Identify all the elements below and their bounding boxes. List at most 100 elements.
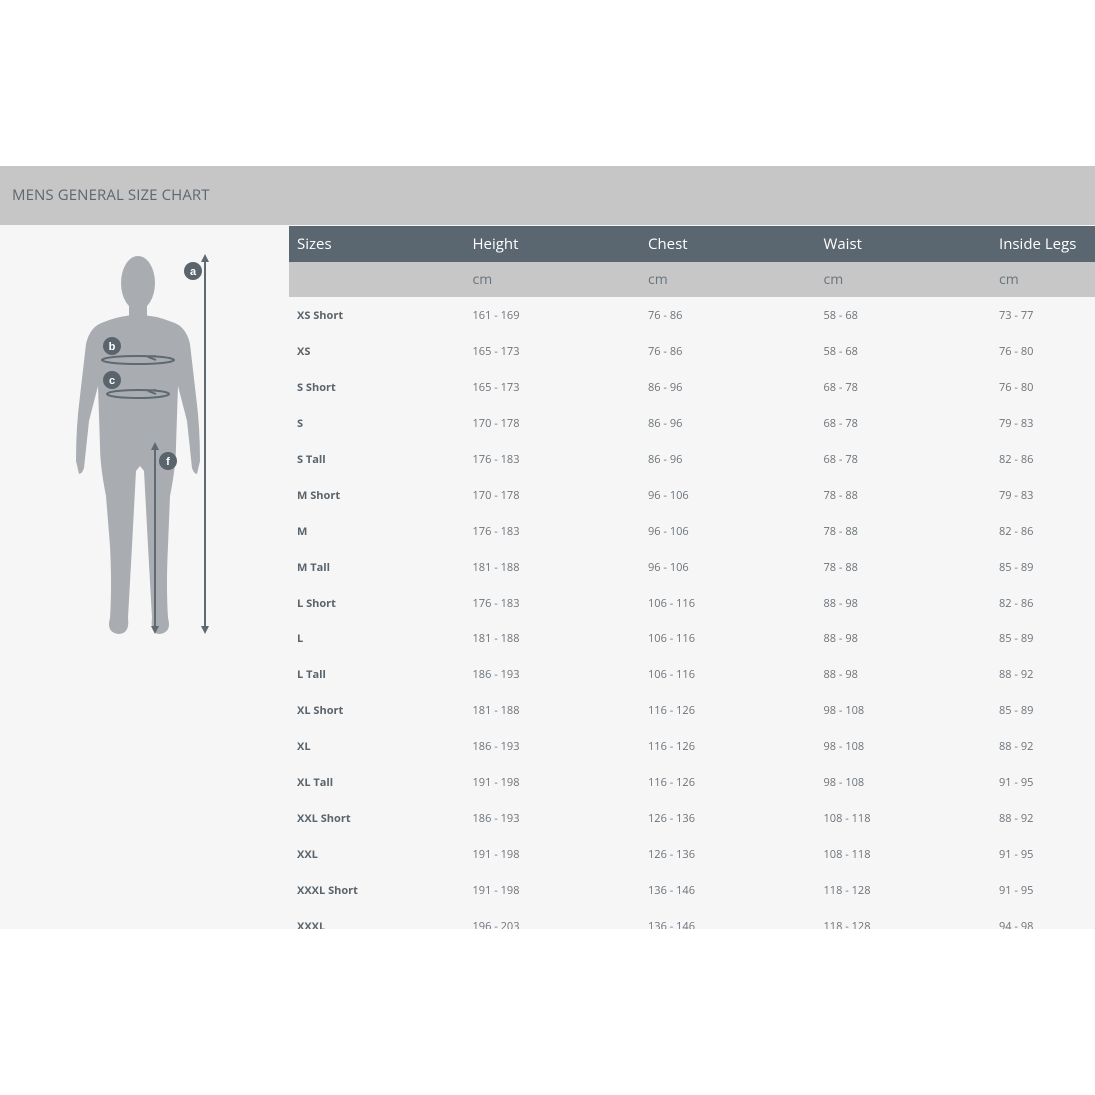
chest-cell: 86 - 96 xyxy=(648,452,683,467)
waist-cell: 108 - 118 xyxy=(823,846,871,862)
table-row: S Tall 176 - 183 86 - 96 68 - 78 82 - 86 xyxy=(289,442,1095,478)
size-cell: XXXL xyxy=(297,918,326,929)
table-row: S Short 165 - 173 86 - 96 68 - 78 76 - 80 xyxy=(289,370,1095,406)
label-c: c xyxy=(109,375,115,387)
height-cell: 170 - 178 xyxy=(472,416,520,432)
header-waist: Waist xyxy=(823,234,862,254)
inside-leg-cell: 82 - 86 xyxy=(999,595,1034,611)
height-cell: 161 - 169 xyxy=(472,308,520,324)
table-row: XXXL 196 - 203 136 - 146 118 - 128 94 - 98 xyxy=(289,908,1095,929)
size-cell: XXXL Short xyxy=(297,882,358,898)
table-row: L Tall 186 - 193 106 - 116 88 - 98 88 - 92 xyxy=(289,657,1095,693)
table-row: XL Short 181 - 188 116 - 126 98 - 108 85 - 8… xyxy=(289,693,1095,729)
size-cell: S xyxy=(297,416,304,432)
chest-cell: 136 - 146 xyxy=(648,882,695,898)
table-body: XS Short 161 - 169 76 - 86 58 - 68 73 - 77 XS… xyxy=(289,297,1095,929)
size-table: Sizes Height Chest Waist Inside Legs cm … xyxy=(289,226,1095,929)
height-cell: 176 - 183 xyxy=(472,452,520,467)
waist-cell: 68 - 78 xyxy=(823,452,858,467)
label-f-badge: f xyxy=(159,452,177,470)
label-c-badge: c xyxy=(103,371,121,389)
size-cell: M xyxy=(297,523,308,539)
header-sizes: Sizes xyxy=(297,234,332,254)
header-chest: Chest xyxy=(648,234,688,254)
chest-cell: 86 - 96 xyxy=(648,380,683,396)
size-chart-panel: MENS GENERAL SIZE CHART a b c f Sizes He… xyxy=(0,166,1095,929)
waist-cell: 88 - 98 xyxy=(823,595,858,611)
table-row: S 170 - 178 86 - 96 68 - 78 79 - 83 xyxy=(289,406,1095,442)
height-cell: 181 - 188 xyxy=(472,559,520,575)
label-a: a xyxy=(190,266,197,278)
height-cell: 165 - 173 xyxy=(472,380,520,396)
table-row: XXL 191 - 198 126 - 136 108 - 118 91 - 95 xyxy=(289,836,1095,872)
body-measurement-figure: a b c f xyxy=(76,254,209,634)
chest-cell: 106 - 116 xyxy=(648,667,695,683)
waist-cell: 98 - 108 xyxy=(823,775,865,791)
waist-cell: 98 - 108 xyxy=(823,739,865,755)
height-cell: 176 - 183 xyxy=(472,595,520,611)
waist-cell: 88 - 98 xyxy=(823,631,858,647)
chest-cell: 96 - 106 xyxy=(648,523,689,539)
size-cell: XXL Short xyxy=(297,810,351,826)
size-cell: XL Short xyxy=(297,703,344,719)
chest-cell: 106 - 116 xyxy=(648,595,695,611)
chest-cell: 76 - 86 xyxy=(648,344,683,360)
inside-leg-cell: 85 - 89 xyxy=(999,559,1034,575)
chest-cell: 126 - 136 xyxy=(648,810,695,826)
chest-cell: 96 - 106 xyxy=(648,559,689,575)
height-cell: 181 - 188 xyxy=(472,703,520,719)
inside-leg-cell: 88 - 92 xyxy=(999,739,1034,755)
inside-leg-cell: 91 - 95 xyxy=(999,846,1034,862)
size-cell: XL Tall xyxy=(297,775,334,791)
chest-cell: 76 - 86 xyxy=(648,308,683,324)
label-a-badge: a xyxy=(184,262,202,280)
table-units-row: cm cm cm cm xyxy=(289,262,1095,297)
header-inside-legs: Inside Legs xyxy=(999,234,1077,254)
chest-cell: 86 - 96 xyxy=(648,416,683,432)
inside-leg-cell: 82 - 86 xyxy=(999,523,1034,539)
table-row: XXL Short 186 - 193 126 - 136 108 - 118 88 -… xyxy=(289,800,1095,836)
waist-cell: 88 - 98 xyxy=(823,667,858,683)
table-row: XL 186 - 193 116 - 126 98 - 108 88 - 92 xyxy=(289,729,1095,765)
size-cell: L xyxy=(297,631,304,647)
height-cell: 191 - 198 xyxy=(472,775,520,791)
table-row: XS Short 161 - 169 76 - 86 58 - 68 73 - 77 xyxy=(289,298,1095,334)
table-row: L Short 176 - 183 106 - 116 88 - 98 82 - 86 xyxy=(289,585,1095,621)
inside-leg-cell: 79 - 83 xyxy=(999,416,1034,432)
label-b: b xyxy=(109,341,116,353)
chest-cell: 116 - 126 xyxy=(648,703,695,719)
size-cell: M Short xyxy=(297,487,341,503)
height-cell: 186 - 193 xyxy=(472,810,520,826)
size-cell: S Short xyxy=(297,380,336,396)
height-cell: 191 - 198 xyxy=(472,846,520,862)
chest-cell: 96 - 106 xyxy=(648,487,689,503)
unit-chest: cm xyxy=(648,270,668,289)
table-row: XXXL Short 191 - 198 136 - 146 118 - 128 91 … xyxy=(289,872,1095,908)
table-row: L 181 - 188 106 - 116 88 - 98 85 - 89 xyxy=(289,621,1095,657)
chest-cell: 136 - 146 xyxy=(648,918,695,929)
inside-leg-cell: 88 - 92 xyxy=(999,667,1034,683)
size-cell: L Short xyxy=(297,595,336,611)
waist-cell: 98 - 108 xyxy=(823,703,865,719)
inside-leg-cell: 91 - 95 xyxy=(999,775,1034,791)
inside-leg-cell: 76 - 80 xyxy=(999,380,1034,396)
waist-cell: 58 - 68 xyxy=(823,308,858,324)
waist-cell: 78 - 88 xyxy=(823,559,858,575)
unit-height: cm xyxy=(472,270,493,289)
inside-leg-cell: 85 - 89 xyxy=(999,631,1034,647)
waist-cell: 118 - 128 xyxy=(823,882,871,898)
size-cell: XL xyxy=(297,739,311,755)
title-bar: MENS GENERAL SIZE CHART xyxy=(0,166,1095,225)
table-row: XL Tall 191 - 198 116 - 126 98 - 108 91 - 95 xyxy=(289,765,1095,801)
inside-leg-cell: 73 - 77 xyxy=(999,308,1034,324)
chest-cell: 106 - 116 xyxy=(648,631,695,647)
waist-cell: 118 - 128 xyxy=(823,918,871,929)
height-cell: 165 - 173 xyxy=(472,344,520,360)
size-cell: M Tall xyxy=(297,559,330,575)
inside-leg-cell: 79 - 83 xyxy=(999,487,1034,503)
header-height: Height xyxy=(472,234,519,254)
inside-leg-cell: 85 - 89 xyxy=(999,703,1034,719)
waist-cell: 108 - 118 xyxy=(823,810,871,826)
unit-waist: cm xyxy=(823,270,844,289)
size-cell: L Tall xyxy=(297,667,326,683)
